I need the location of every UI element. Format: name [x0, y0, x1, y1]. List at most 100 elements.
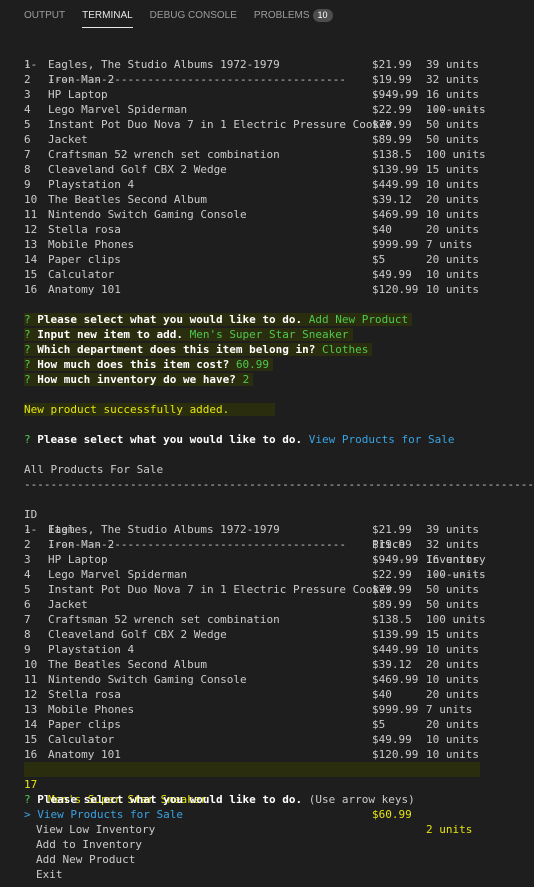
- row-id: 3: [24, 88, 31, 101]
- row-name: Cleaveland Golf CBX 2 Wedge: [48, 628, 227, 641]
- row-price: $21.99: [372, 523, 412, 536]
- success-message: New product successfully added.: [24, 403, 276, 416]
- prompt-answer: Add New Product: [308, 313, 409, 326]
- row-name: Jacket: [48, 598, 88, 611]
- row-name: Playstation 4: [48, 178, 135, 191]
- row-inv: 10 units: [426, 733, 479, 746]
- table-row: 1 Eagles, The Studio Albums 1972-1979 $21.…: [24, 522, 534, 537]
- row-name: Playstation 4: [48, 643, 135, 656]
- row-id: 1: [24, 58, 31, 71]
- products-table-1: 1 Eagles, The Studio Albums 1972-1979 $21.…: [24, 57, 534, 297]
- row-id: 5: [24, 118, 31, 131]
- table-row: 10 The Beatles Second Album $39.12 20 units: [24, 657, 534, 672]
- prompt-marker: ?: [24, 373, 31, 386]
- row-id: 15: [24, 733, 38, 746]
- row-inv: 20 units: [426, 253, 479, 266]
- table-row: 5 Instant Pot Duo Nova 7 in 1 Electric Pr…: [24, 582, 534, 597]
- row-inv: 100 units: [426, 148, 486, 161]
- problems-count-badge: 10: [312, 9, 333, 22]
- row-id: 8: [24, 163, 31, 176]
- row-id: 4: [24, 103, 31, 116]
- tab-terminal[interactable]: TERMINAL: [82, 0, 133, 32]
- prompt-hint: (Use arrow keys): [308, 793, 415, 806]
- row-inv: 50 units: [426, 598, 479, 611]
- row-name: The Beatles Second Album: [48, 658, 207, 671]
- row-price: $449.99: [372, 178, 419, 191]
- prompt-label: Please select what you would like to do.: [37, 313, 303, 326]
- table-row: 15 Calculator $49.99 10 units: [24, 267, 534, 282]
- row-inv: 50 units: [426, 583, 479, 596]
- table-row-new: 17 Men's Super Star Sneaker $60.99 2 uni…: [24, 762, 480, 836]
- row-name: Instant Pot Duo Nova 7 in 1 Electric Pre…: [48, 583, 393, 596]
- tab-output[interactable]: OUTPUT: [24, 0, 65, 32]
- table-row: 14 Paper clips $5 20 units: [24, 717, 534, 732]
- row-price: $39.12: [372, 658, 412, 671]
- row-price: $139.99: [372, 628, 419, 641]
- row-name: Craftsman 52 wrench set combination: [48, 148, 280, 161]
- prompt-label: Please select what you would like to do.: [37, 433, 303, 446]
- table-row: 14 Paper clips $5 20 units: [24, 252, 534, 267]
- table-row: 12 Stella rosa $40 20 units: [24, 222, 534, 237]
- row-price: $22.99: [372, 568, 412, 581]
- table-row: 11 Nintendo Switch Gaming Console $469.99 1…: [24, 207, 534, 222]
- prompt-line: ? Input new item to add. Men's Super Sta…: [24, 327, 534, 342]
- table2-dash-row: -- -------------------------------------…: [24, 507, 534, 581]
- row-inv: 10 units: [426, 673, 479, 686]
- row-name: Iron Man 2: [48, 538, 115, 551]
- row-name: Calculator: [48, 268, 115, 281]
- tab-debug-console[interactable]: DEBUG CONSOLE: [150, 0, 237, 32]
- row-price: $138.5: [372, 148, 412, 161]
- row-name: Stella rosa: [48, 223, 121, 236]
- row-inv: 10 units: [426, 748, 479, 761]
- menu-item-view-low-inventory[interactable]: View Low Inventory: [24, 822, 534, 837]
- row-inv: 50 units: [426, 133, 479, 146]
- table-row: 3 HP Laptop $949.99 16 units: [24, 552, 534, 567]
- row-price: $79.99: [372, 118, 412, 131]
- prompt-answer: 60.99: [235, 358, 270, 371]
- row-inv: 15 units: [426, 163, 479, 176]
- row-id: 15: [24, 268, 38, 281]
- prompt-answer: Men's Super Star Sneaker: [189, 328, 349, 341]
- prompt-marker: ?: [24, 358, 31, 371]
- row-price: $89.99: [372, 133, 412, 146]
- row-price: $5: [372, 253, 386, 266]
- row-inv: 100 units: [426, 568, 486, 581]
- row-price: $21.99: [372, 58, 412, 71]
- tab-problems[interactable]: PROBLEMS 10: [254, 0, 333, 32]
- menu-item-add-to-inventory[interactable]: Add to Inventory: [24, 837, 534, 852]
- prompt-line: ? Which department does this item belong…: [24, 342, 534, 357]
- row-inv: 32 units: [426, 538, 479, 551]
- table-row: 11 Nintendo Switch Gaming Console $469.99 1…: [24, 672, 534, 687]
- prompt-line: ? How much does this item cost? 60.99: [24, 357, 534, 372]
- table1-dash-row: -- -------------------------------------…: [24, 42, 534, 116]
- row-inv: 7 units: [426, 238, 473, 251]
- row-price: $139.99: [372, 163, 419, 176]
- table-row: 9 Playstation 4 $449.99 10 units: [24, 642, 534, 657]
- menu-item-add-new-product[interactable]: Add New Product: [24, 852, 534, 867]
- row-name: Anatomy 101: [48, 748, 121, 761]
- prompt-label: Which department does this item belong i…: [37, 343, 316, 356]
- menu-item-exit[interactable]: Exit: [24, 867, 534, 882]
- row-price: $79.99: [372, 583, 412, 596]
- table-row: 2 Iron Man 2 $19.99 32 units: [24, 72, 534, 87]
- table-row: 4 Lego Marvel Spiderman $22.99 100 units: [24, 567, 534, 582]
- prompt-marker: ?: [24, 313, 31, 326]
- row-id: 6: [24, 598, 31, 611]
- row-inv: 39 units: [426, 58, 479, 71]
- menu-item-view-products[interactable]: > View Products for Sale: [24, 807, 534, 822]
- prompt-view-products: ? Please select what you would like to d…: [24, 432, 534, 447]
- table-header: ID Item Price Inventory: [24, 492, 534, 566]
- row-name: Eagles, The Studio Albums 1972-1979: [48, 58, 280, 71]
- row-price: $40: [372, 688, 392, 701]
- products-table-2: 1 Eagles, The Studio Albums 1972-1979 $21.…: [24, 522, 534, 762]
- row-id: 10: [24, 193, 38, 206]
- terminal-output[interactable]: -- -------------------------------------…: [0, 32, 534, 882]
- table-row: 16 Anatomy 101 $120.99 10 units: [24, 747, 534, 762]
- row-price: $39.12: [372, 193, 412, 206]
- row-price: $999.99: [372, 703, 419, 716]
- row-name: Paper clips: [48, 718, 121, 731]
- prompt-label: How much inventory do we have?: [37, 373, 236, 386]
- row-name: Iron Man 2: [48, 73, 115, 86]
- row-inv: 10 units: [426, 283, 479, 296]
- row-name: Nintendo Switch Gaming Console: [48, 208, 247, 221]
